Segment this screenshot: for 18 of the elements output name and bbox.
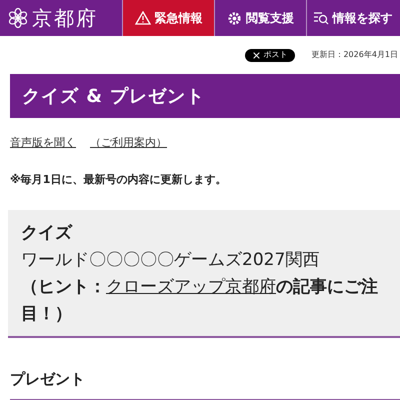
text-link[interactable]: （ご利用案内）	[90, 135, 167, 152]
quiz-question: ワールド〇〇〇〇〇ゲームズ2027関西	[21, 249, 320, 272]
text-link[interactable]: 音声版を聞く	[10, 135, 76, 152]
search-icon	[312, 11, 328, 25]
site-logo-text[interactable]: 京都府	[32, 3, 98, 33]
x-post-button[interactable]: ポスト	[245, 48, 296, 62]
present-heading: プレゼント	[10, 369, 86, 390]
warning-icon	[134, 11, 150, 25]
update-note: ※毎月1日に、最新号の内容に更新します。	[10, 172, 228, 188]
x-logo-icon	[253, 52, 260, 58]
nav-button[interactable]: 緊急情報	[122, 0, 214, 36]
quiz-hint: （ヒント：クローズアップ京都府の記事にご注目！）	[21, 276, 379, 326]
page-title: クイズ & プレゼント	[22, 84, 206, 108]
gear-icon	[227, 10, 242, 26]
updated-date: 更新日：2026年4月1日	[311, 49, 399, 61]
article-link[interactable]: クローズアップ京都府	[106, 277, 276, 297]
quiz-heading: クイズ	[21, 222, 74, 245]
flower-logo-icon	[8, 8, 28, 28]
